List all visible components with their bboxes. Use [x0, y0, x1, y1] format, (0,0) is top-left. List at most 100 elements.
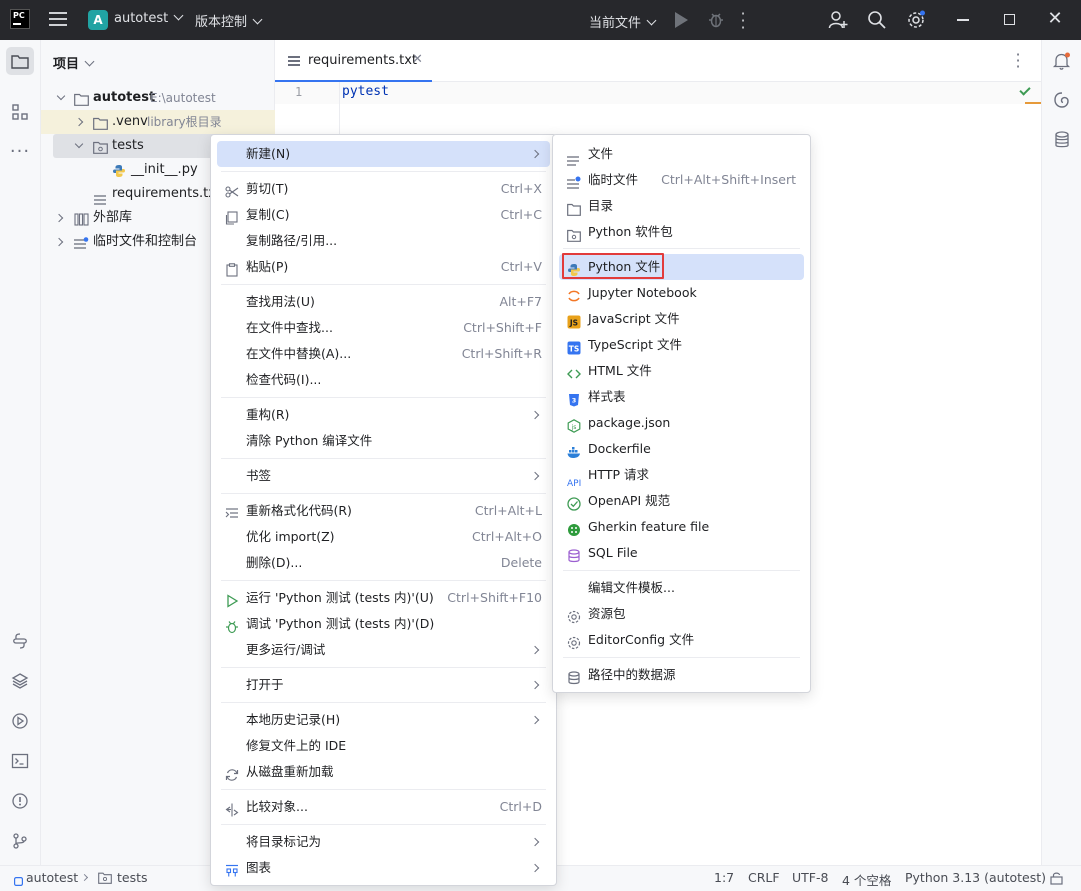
submenu-item-datasource-path[interactable]: 路径中的数据源 — [559, 662, 804, 688]
submenu-item-stylesheet[interactable]: 3 样式表 — [559, 384, 804, 410]
menu-item-more-run-debug[interactable]: 更多运行/调试 — [217, 637, 550, 663]
menu-item-new[interactable]: 新建(N) — [217, 141, 550, 167]
expand-arrow-icon[interactable] — [74, 117, 84, 127]
pycharm-logo-icon[interactable]: PC — [10, 9, 30, 29]
submenu-item-dockerfile[interactable]: Dockerfile — [559, 436, 804, 462]
ai-assistant-icon[interactable] — [1052, 90, 1072, 110]
menu-item-bookmarks[interactable]: 书签 — [217, 463, 550, 489]
expand-arrow-icon[interactable] — [56, 91, 66, 101]
more-actions-icon[interactable]: · · · — [740, 6, 746, 36]
submenu-item-resource-bundle[interactable]: 资源包 — [559, 601, 804, 627]
submenu-item-jupyter[interactable]: Jupyter Notebook — [559, 280, 804, 306]
file-encoding[interactable]: UTF-8 — [792, 870, 828, 885]
menu-item-clean-python[interactable]: 清除 Python 编译文件 — [217, 428, 550, 454]
lock-icon[interactable] — [1050, 871, 1063, 888]
tab-more-icon[interactable]: · · · — [1015, 47, 1021, 75]
submenu-item-editorconfig[interactable]: EditorConfig 文件 — [559, 627, 804, 653]
submenu-item-typescript[interactable]: TS TypeScript 文件 — [559, 332, 804, 358]
problems-icon[interactable] — [9, 790, 31, 812]
line-separator[interactable]: CRLF — [748, 870, 780, 885]
menu-label: Python 软件包 — [588, 224, 673, 239]
minimize-button[interactable] — [957, 19, 969, 21]
menu-label: 从磁盘重新加载 — [246, 764, 334, 779]
submenu-item-scratch-file[interactable]: 临时文件 Ctrl+Alt+Shift+Insert — [559, 167, 804, 193]
search-icon[interactable] — [867, 10, 887, 30]
submenu-item-gherkin[interactable]: Gherkin feature file — [559, 514, 804, 540]
expand-arrow-icon[interactable] — [54, 237, 64, 247]
submenu-item-directory[interactable]: 目录 — [559, 193, 804, 219]
caret-position[interactable]: 1:7 — [714, 870, 734, 885]
indent-setting[interactable]: 4 个空格 — [842, 870, 891, 889]
menu-item-reformat[interactable]: 重新格式化代码(R) Ctrl+Alt+L — [217, 498, 550, 524]
breadcrumb-project[interactable]: autotest — [26, 870, 78, 885]
menu-label: package.json — [588, 415, 671, 430]
services-run-icon[interactable] — [9, 710, 31, 732]
project-folder-icon[interactable] — [6, 47, 34, 75]
menu-item-copy[interactable]: 复制(C) Ctrl+C — [217, 202, 550, 228]
menu-item-inspect-code[interactable]: 检查代码(I)... — [217, 367, 550, 393]
tab-requirements[interactable]: requirements.txt ✕ — [275, 40, 432, 82]
breadcrumb-folder[interactable]: tests — [117, 870, 148, 885]
menu-item-find-usages[interactable]: 查找用法(U) Alt+F7 — [217, 289, 550, 315]
terminal-icon[interactable] — [9, 750, 31, 772]
menu-item-run-tests[interactable]: 运行 'Python 测试 (tests 内)'(U) Ctrl+Shift+F1… — [217, 585, 550, 611]
menu-shortcut: Ctrl+Alt+O — [472, 529, 542, 544]
submenu-item-edit-templates[interactable]: 编辑文件模板... — [559, 575, 804, 601]
menu-label: HTTP 请求 — [588, 467, 649, 482]
run-config-selector[interactable]: 当前文件 — [589, 12, 657, 31]
menu-item-delete[interactable]: 删除(D)... Delete — [217, 550, 550, 576]
git-branch-icon[interactable] — [9, 830, 31, 852]
database-icon[interactable] — [1052, 130, 1072, 150]
submenu-item-html[interactable]: HTML 文件 — [559, 358, 804, 384]
code-line[interactable]: pytest — [342, 84, 389, 99]
submenu-item-sql-file[interactable]: SQL File — [559, 540, 804, 566]
menu-item-optimize-imports[interactable]: 优化 import(Z) Ctrl+Alt+O — [217, 524, 550, 550]
debug-icon[interactable] — [707, 11, 725, 33]
close-window-button[interactable]: ✕ — [1046, 10, 1064, 28]
settings-gear-icon[interactable] — [906, 10, 926, 30]
expand-arrow-icon[interactable] — [54, 213, 64, 223]
menu-label: Jupyter Notebook — [588, 285, 697, 300]
menu-item-reload-from-disk[interactable]: 从磁盘重新加载 — [217, 759, 550, 785]
python-packages-icon[interactable] — [9, 670, 31, 692]
expand-arrow-icon[interactable] — [74, 139, 84, 149]
menu-item-repair-ide[interactable]: 修复文件上的 IDE — [217, 733, 550, 759]
structure-icon[interactable] — [9, 101, 31, 123]
menu-shortcut: Ctrl+D — [499, 799, 542, 814]
menu-item-diagrams[interactable]: 图表 — [217, 855, 550, 881]
menu-item-copy-path[interactable]: 复制路径/引用... — [217, 228, 550, 254]
vcs-selector[interactable]: 版本控制 — [195, 11, 263, 30]
notifications-bell-icon[interactable] — [1052, 51, 1072, 71]
maximize-button[interactable] — [1004, 14, 1015, 25]
copy-icon — [225, 208, 239, 225]
menu-item-cut[interactable]: 剪切(T) Ctrl+X — [217, 176, 550, 202]
submenu-item-openapi[interactable]: OpenAPI 规范 — [559, 488, 804, 514]
menu-item-compare-with[interactable]: 比较对象... Ctrl+D — [217, 794, 550, 820]
tree-item-autotest[interactable]: autotest E:\autotest — [41, 86, 275, 110]
menu-item-debug-tests[interactable]: 调试 'Python 测试 (tests 内)'(D) — [217, 611, 550, 637]
menu-item-replace-in-files[interactable]: 在文件中替换(A)... Ctrl+Shift+R — [217, 341, 550, 367]
close-tab-icon[interactable]: ✕ — [412, 52, 423, 67]
menu-item-find-in-files[interactable]: 在文件中查找... Ctrl+Shift+F — [217, 315, 550, 341]
submenu-item-http-request[interactable]: API HTTP 请求 — [559, 462, 804, 489]
main-menu-icon[interactable] — [49, 12, 67, 28]
submenu-item-file[interactable]: 文件 — [559, 141, 804, 167]
menu-item-mark-directory[interactable]: 将目录标记为 — [217, 829, 550, 855]
project-panel-title[interactable]: 项目 — [53, 53, 95, 72]
menu-item-paste[interactable]: 粘贴(P) Ctrl+V — [217, 254, 550, 280]
menu-item-open-in[interactable]: 打开于 — [217, 672, 550, 698]
menu-item-local-history[interactable]: 本地历史记录(H) — [217, 707, 550, 733]
menu-item-refactor[interactable]: 重构(R) — [217, 402, 550, 428]
project-selector[interactable]: autotest — [114, 10, 184, 26]
submenu-item-package-json[interactable]: js package.json — [559, 410, 804, 436]
tree-item-venv[interactable]: .venv library根目录 — [41, 110, 275, 134]
submenu-item-javascript[interactable]: JS JavaScript 文件 — [559, 306, 804, 332]
python-interpreter[interactable]: Python 3.13 (autotest) — [905, 870, 1046, 885]
python-console-icon[interactable] — [9, 630, 31, 652]
project-badge[interactable]: A — [88, 10, 108, 30]
add-user-icon[interactable] — [828, 10, 848, 30]
menu-label: Dockerfile — [588, 441, 651, 456]
submenu-item-python-package[interactable]: Python 软件包 — [559, 219, 804, 245]
more-tools-icon[interactable]: ··· — [9, 140, 31, 162]
run-icon[interactable] — [675, 12, 688, 28]
